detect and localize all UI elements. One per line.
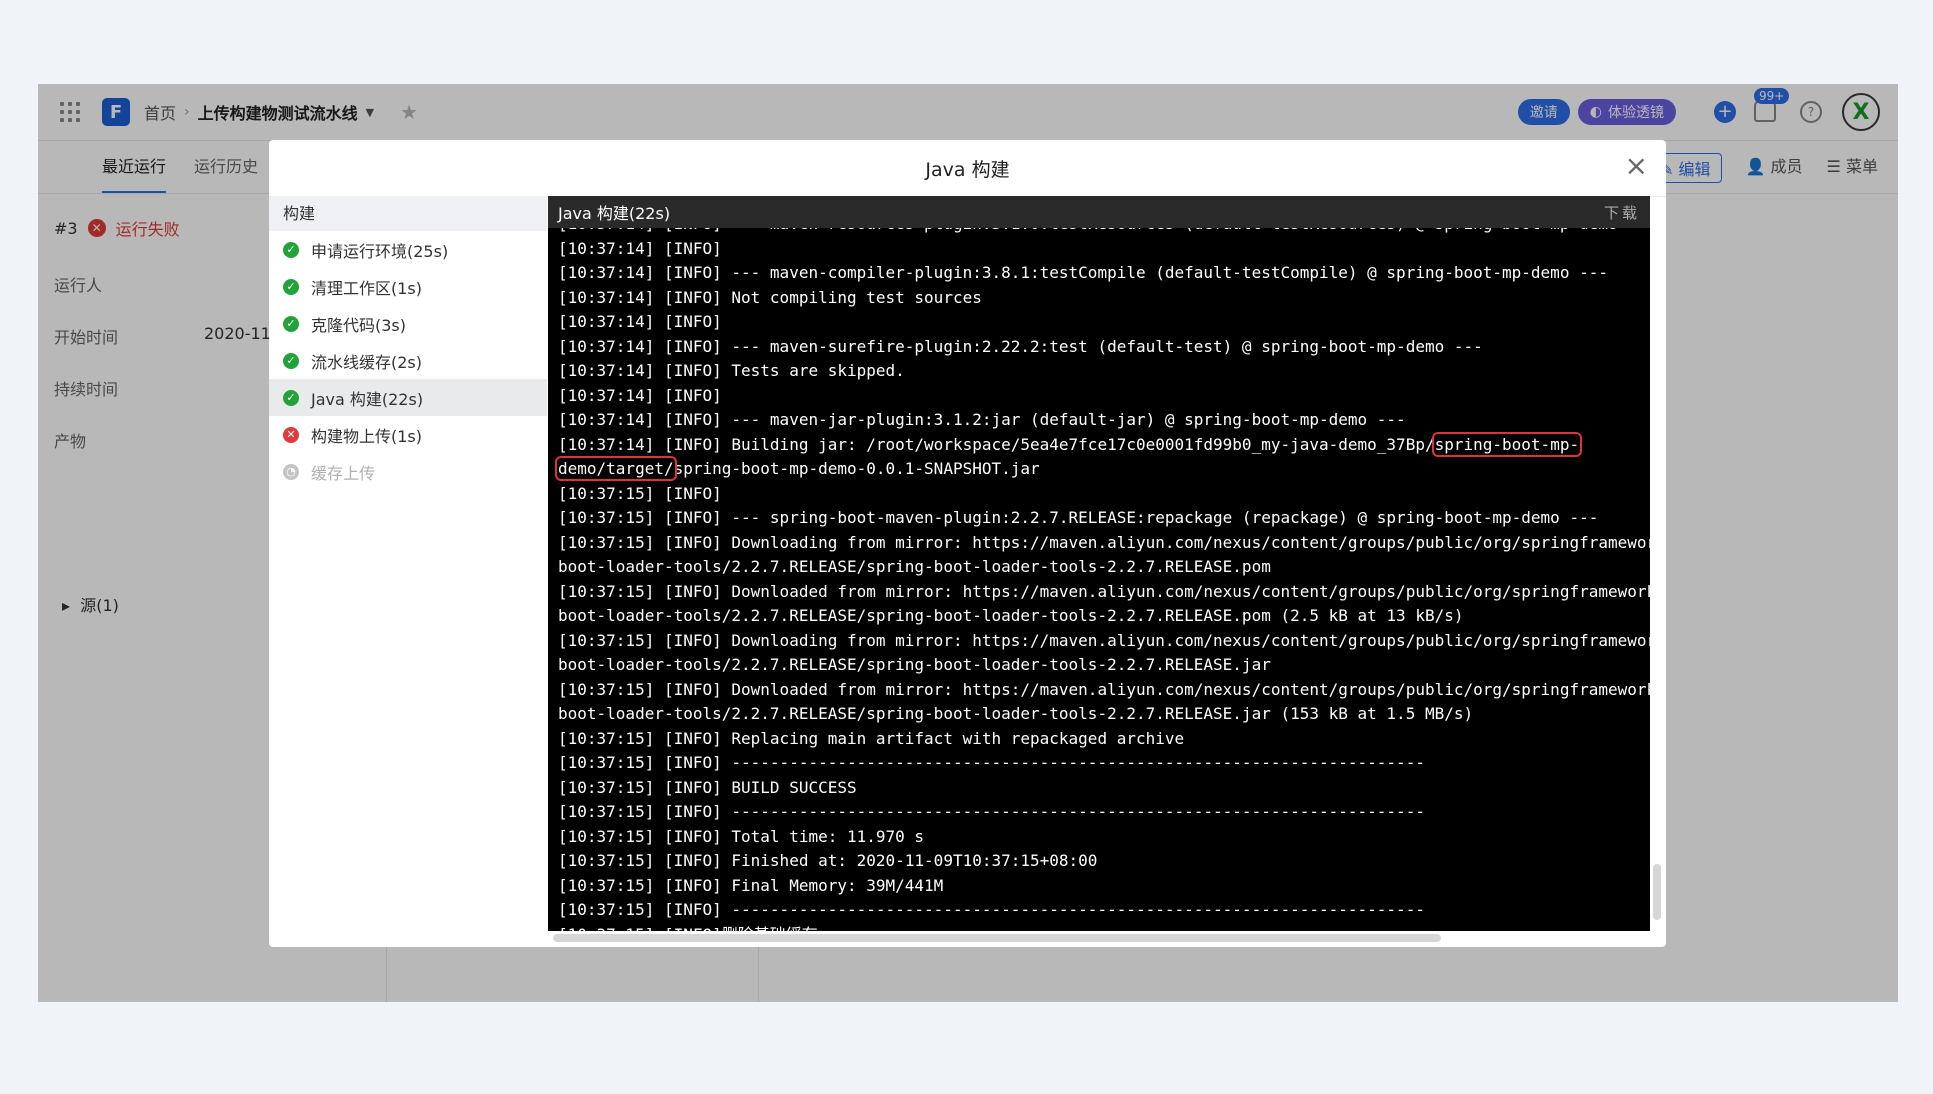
log-output[interactable]: [10:37:14] [INFO] --- maven-resources-pl… [548,228,1650,931]
build-step-label: 申请运行环境(25s) [311,241,449,261]
log-line: [10:37:15] [INFO] Total time: 11.970 s [558,826,925,846]
log-line: [10:37:15] [INFO] Downloaded from mirror… [558,679,1650,699]
log-line: [10:37:15] [INFO] BUILD SUCCESS [558,777,857,797]
log-title: Java 构建(22s) [558,204,671,223]
check-circle-icon: ✓ [283,241,299,258]
build-step-label: 清理工作区(1s) [311,278,423,298]
log-line: [10:37:15] [INFO] ----------------------… [558,753,1425,772]
log-line: [10:37:14] [INFO] --- maven-surefire-plu… [558,336,1483,356]
log-line: [10:37:15] [INFO] Finished at: 2020-11-0… [558,851,1098,870]
build-step-label: 构建物上传(1s) [311,426,423,446]
download-button[interactable]: 下载 [1604,202,1640,223]
log-line-suffix: spring-boot-mp-demo-0.0.1-SNAPSHOT.jar [673,459,1040,478]
log-line: demo/target/spring-boot-mp-demo-0.0.1-SN… [555,456,1040,481]
log-line: [10:37:15] [INFO]删除基础缓存 [558,925,818,932]
build-step-item[interactable]: ◔ 缓存上传 [269,453,547,490]
log-line: [10:37:14] [INFO] [558,385,722,405]
log-header: Java 构建(22s) 下载 [548,196,1650,228]
log-line-prefix: [10:37:14] [INFO] Building jar: /root/wo… [558,434,1435,454]
build-step-label: 流水线缓存(2s) [311,352,423,372]
build-step-label: Java 构建(22s) [311,389,424,409]
log-line: [10:37:15] [INFO] Downloaded from mirror… [558,581,1650,601]
log-line: [10:37:14] [INFO] --- maven-compiler-plu… [558,263,1608,282]
build-step-item[interactable]: ✓ 清理工作区(1s) [269,268,547,305]
highlighted-path: demo/target/ [555,456,677,481]
build-step-item[interactable]: ✓ Java 构建(22s) [269,379,547,416]
modal-title: Java 构建 [925,158,1010,181]
log-line: [10:37:14] [INFO] [558,238,722,258]
build-step-item[interactable]: ✓ 克隆代码(3s) [269,305,547,342]
log-line: [10:37:14] [INFO] Not compiling test sou… [558,287,982,307]
log-line: [10:37:15] [INFO] --- spring-boot-maven-… [558,508,1599,527]
log-line: [10:37:14] [INFO] Tests are skipped. [558,361,905,380]
log-line: [10:37:15] [INFO] [558,483,722,503]
check-circle-icon: ✓ [283,315,299,332]
log-line: [10:37:15] [INFO] Downloading from mirro… [558,630,1650,650]
log-panel: Java 构建(22s) 下载 [10:37:14] [INFO] --- ma… [548,196,1650,931]
horizontal-scrollbar[interactable] [553,934,1441,942]
build-step-item[interactable]: ✓ 申请运行环境(25s) [269,231,547,268]
vertical-scrollbar[interactable] [1653,864,1661,920]
build-step-item[interactable]: ✓ 流水线缓存(2s) [269,342,547,379]
log-line: [10:37:14] [INFO] [558,312,722,331]
log-line: [10:37:14] [INFO] Building jar: /root/wo… [558,431,1583,457]
log-line: [10:37:15] [INFO] ----------------------… [558,900,1425,919]
modal-header: Java 构建 × [269,140,1666,197]
java-build-modal: Java 构建 × 构建 ✓ 申请运行环境(25s) ✓ 清理工作区(1s) ✓ 克隆代码… [269,140,1666,947]
check-circle-icon: ✓ [283,352,299,369]
error-circle-icon: ✕ [283,426,299,443]
log-line: boot-loader-tools/2.2.7.RELEASE/spring-b… [558,606,1464,625]
pending-icon: ◔ [283,463,299,480]
log-line: boot-loader-tools/2.2.7.RELEASE/spring-b… [558,704,1474,723]
highlighted-path: spring-boot-mp- [1431,431,1583,457]
log-line: [10:37:15] [INFO] ----------------------… [558,802,1425,821]
build-steps-list: 构建 ✓ 申请运行环境(25s) ✓ 清理工作区(1s) ✓ 克隆代码(3s) ✓ 流水线缓存… [269,196,547,947]
log-line: [10:37:15] [INFO] Final Memory: 39M/441M [558,875,944,895]
log-line: boot-loader-tools/2.2.7.RELEASE/spring-b… [558,557,1271,576]
check-circle-icon: ✓ [283,278,299,295]
log-line: [10:37:14] [INFO] --- maven-jar-plugin:3… [558,410,1406,429]
build-step-label: 克隆代码(3s) [311,315,407,335]
log-line: boot-loader-tools/2.2.7.RELEASE/spring-b… [558,655,1271,674]
check-circle-icon: ✓ [283,389,299,406]
steps-header: 构建 [269,196,547,231]
build-step-item[interactable]: ✕ 构建物上传(1s) [269,416,547,453]
log-line: [10:37:14] [INFO] --- maven-resources-pl… [558,228,1650,233]
log-line: [10:37:15] [INFO] Downloading from mirro… [558,532,1650,552]
steps-container: ✓ 申请运行环境(25s) ✓ 清理工作区(1s) ✓ 克隆代码(3s) ✓ 流水线缓存(2s… [269,231,547,490]
log-line: [10:37:15] [INFO] Replacing main artifac… [558,728,1185,748]
log-text: [10:37:14] [INFO] --- maven-resources-pl… [555,228,1650,932]
build-step-label: 缓存上传 [311,463,376,483]
close-icon[interactable]: × [1625,152,1648,180]
